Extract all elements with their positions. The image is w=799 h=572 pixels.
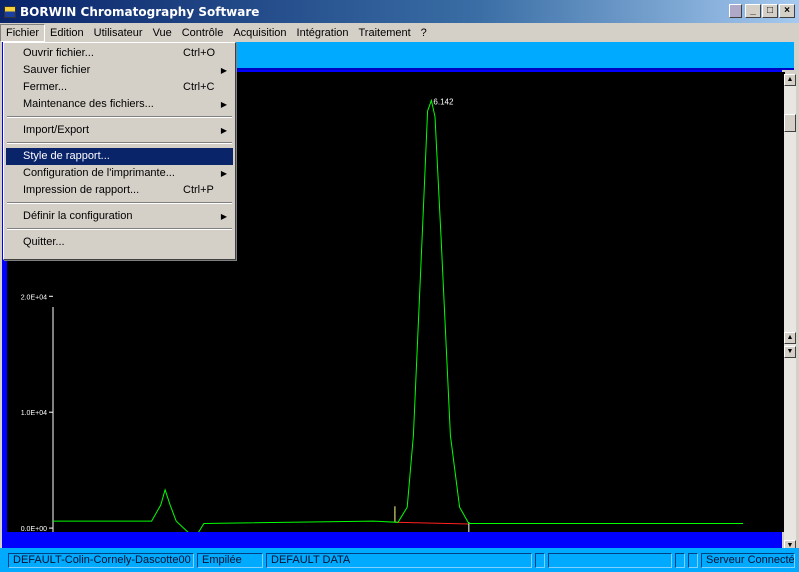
y-tick-label: 2.0E+04 (21, 294, 47, 301)
y-tick-label: 0.0E+00 (21, 526, 47, 532)
menu-item-5[interactable]: Import/Export ▶ (6, 122, 233, 139)
fichier-menu-dropdown: Ouvrir fichier... Ctrl+O Sauver fichier ▶ Fe… (3, 42, 236, 260)
scroll-up-button[interactable]: ▲ (784, 74, 796, 86)
status-panel-0: DEFAULT-Colin-Cornely-Dascotte00 (8, 552, 194, 568)
status-panel-5 (675, 552, 685, 568)
menu-item-7[interactable]: Style de rapport... (6, 148, 233, 165)
menu-separator (6, 199, 233, 208)
menu-item-9[interactable]: Impression de rapport... Ctrl+P (6, 182, 233, 199)
window-title: BORWIN Chromatography Software (20, 4, 260, 19)
scroll-thumb[interactable] (784, 114, 796, 132)
submenu-arrow-icon: ▶ (220, 126, 227, 135)
menu-item-label: Définir la configuration (23, 210, 133, 222)
menu-separator (6, 225, 233, 234)
submenu-arrow-icon: ▶ (220, 212, 227, 221)
menu-item-13[interactable]: Quitter... (6, 234, 233, 251)
menu-?[interactable]: ? (416, 24, 432, 42)
menu-shortcut: Ctrl+O (183, 47, 216, 59)
menu-item-0[interactable]: Ouvrir fichier... Ctrl+O (6, 45, 233, 62)
minimize-button[interactable]: _ (745, 4, 761, 18)
menu-edition[interactable]: Edition (45, 24, 89, 42)
menu-item-1[interactable]: Sauver fichier ▶ (6, 62, 233, 79)
menu-separator (6, 113, 233, 122)
menu-traitement[interactable]: Traitement (354, 24, 416, 42)
status-bar: DEFAULT-Colin-Cornely-Dascotte00 Empilée D… (0, 548, 799, 572)
menu-acquisition[interactable]: Acquisition (228, 24, 291, 42)
menu-separator (6, 139, 233, 148)
menu-item-label: Style de rapport... (23, 150, 110, 162)
status-panel-3 (535, 552, 545, 568)
menu-item-label: Maintenance des fichiers... (23, 98, 154, 110)
menu-utilisateur[interactable]: Utilisateur (89, 24, 148, 42)
status-panel-2: DEFAULT DATA (266, 552, 532, 568)
status-panel-1: Empilée (197, 552, 263, 568)
menu-item-8[interactable]: Configuration de l'imprimante... ▶ (6, 165, 233, 182)
menu-item-2[interactable]: Fermer... Ctrl+C (6, 79, 233, 96)
menu-bar: Fichier Edition Utilisateur Vue Contrôle Acqu… (0, 23, 799, 42)
close-button[interactable]: × (779, 4, 795, 18)
menu-fichier[interactable]: Fichier (0, 23, 46, 42)
menu-shortcut: Ctrl+P (183, 184, 214, 196)
maximize-button[interactable]: □ (762, 4, 778, 18)
restore-app-icon[interactable] (729, 4, 742, 18)
menu-intgration[interactable]: Intégration (292, 24, 354, 42)
scroll-down-button-2[interactable]: ▼ (784, 346, 796, 358)
menu-shortcut: Ctrl+C (183, 81, 215, 93)
status-panel-7: Serveur Connecté (701, 552, 795, 568)
status-panel-6 (688, 552, 698, 568)
menu-item-label: Quitter... (23, 236, 65, 248)
menu-vue[interactable]: Vue (148, 24, 177, 42)
menu-item-label: Import/Export (23, 124, 90, 136)
menu-item-3[interactable]: Maintenance des fichiers... ▶ (6, 96, 233, 113)
app-icon[interactable] (4, 5, 16, 18)
integration-baseline (394, 521, 469, 525)
scroll-up-button-2[interactable]: ▲ (784, 332, 796, 344)
y-tick-label: 1.0E+04 (21, 410, 47, 417)
peak-label: 6.142 (433, 97, 454, 106)
menu-item-11[interactable]: Définir la configuration ▶ (6, 208, 233, 225)
submenu-arrow-icon: ▶ (220, 66, 227, 75)
menu-item-label: Sauver fichier (23, 64, 91, 76)
submenu-arrow-icon: ▶ (220, 169, 227, 178)
submenu-arrow-icon: ▶ (220, 100, 227, 109)
title-bar: BORWIN Chromatography Software _ □ × (0, 0, 799, 23)
menu-item-label: Configuration de l'imprimante... (23, 167, 175, 179)
menu-contrle[interactable]: Contrôle (177, 24, 229, 42)
window-controls: _ □ × (729, 4, 795, 18)
vertical-scrollbar[interactable]: ▲ ▲ ▼ ▼ (784, 74, 796, 552)
status-panel-4 (548, 552, 672, 568)
